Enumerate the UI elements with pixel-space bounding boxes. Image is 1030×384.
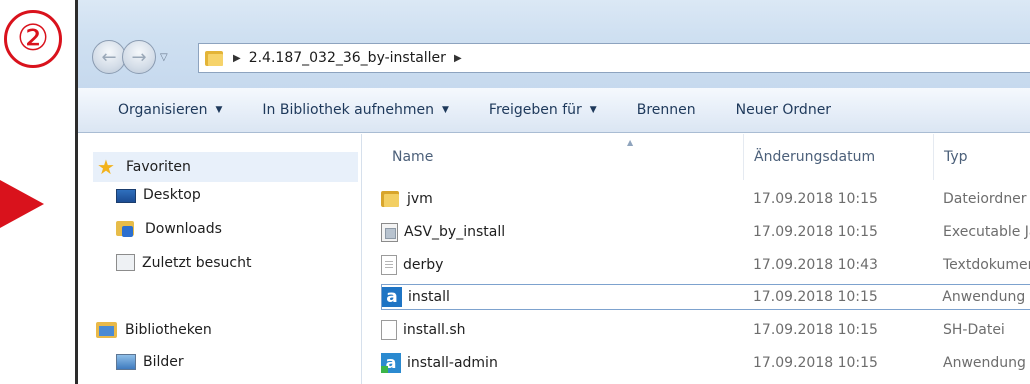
red-pointer-arrow [0,180,44,228]
history-navigation: ← → ▽ [92,40,168,74]
file-date: 17.09.2018 10:15 [753,191,878,207]
file-name: install-admin [407,355,498,371]
file-type: SH-Datei [943,322,1005,338]
admin-application-icon: a [381,353,401,373]
file-name-cell: derby [381,255,743,275]
executable-jar-icon [381,222,398,242]
file-date: 17.09.2018 10:15 [752,289,878,305]
file-row[interactable]: derby 17.09.2018 10:43 Textdokument [381,252,1030,278]
organize-menu-button[interactable]: Organisieren ▼ [118,102,222,118]
breadcrumb-chevron-icon[interactable]: ▶ [454,53,462,64]
folder-icon [381,189,401,209]
file-row[interactable]: jvm 17.09.2018 10:15 Dateiordner [381,186,1030,212]
nav-item-label: Downloads [145,221,222,237]
nav-libraries[interactable]: Bibliotheken [96,321,212,339]
dropdown-caret-icon: ▼ [442,105,449,115]
forward-button[interactable]: → [122,40,156,74]
file-type: Anwendung [943,355,1026,371]
step-number-marker: ② [4,10,62,68]
organize-label: Organisieren [118,102,208,118]
include-in-library-label: In Bibliothek aufnehmen [262,102,434,118]
forward-arrow-icon: → [131,46,147,68]
nav-item-label: Bilder [143,354,184,370]
file-icon [381,320,397,340]
file-row[interactable]: a install-admin 17.09.2018 10:15 Anwendu… [381,350,1030,376]
file-name: jvm [407,191,433,207]
column-header-label: Typ [944,149,968,165]
file-name: derby [403,257,444,273]
file-row[interactable]: ASV_by_install 17.09.2018 10:15 Executab… [381,219,1030,245]
column-header-name[interactable]: Name ▲ [363,134,743,180]
desktop-icon [116,189,136,203]
column-header-date[interactable]: Änderungsdatum [743,134,933,180]
column-header-type[interactable]: Typ [933,134,1030,180]
burn-label: Brennen [636,102,696,118]
file-name-cell: a install-admin [381,353,743,373]
address-bar[interactable]: ▶ 2.4.187_032_36_by-installer ▶ [198,43,1030,73]
text-document-icon [381,255,397,275]
explorer-window: ← → ▽ ▶ 2.4.187_032_36_by-installer ▶ Or… [75,0,1030,384]
file-name-cell: jvm [381,189,743,209]
recent-places-icon [116,254,135,271]
nav-favorites-label: Favoriten [126,159,191,175]
new-folder-label: Neuer Ordner [735,102,832,118]
file-name-cell: install.sh [381,320,743,340]
file-name: ASV_by_install [404,224,506,240]
file-date: 17.09.2018 10:43 [753,257,878,273]
navigation-pane: ★ Favoriten Desktop Downloads Zuletzt be… [78,134,362,384]
dropdown-caret-icon: ▼ [589,105,597,115]
file-type: Textdokument [943,257,1030,273]
back-button[interactable]: ← [92,40,126,74]
file-date: 17.09.2018 10:15 [753,224,878,240]
breadcrumb-chevron-icon[interactable]: ▶ [233,53,241,64]
recent-pages-dropdown-icon[interactable]: ▽ [160,52,168,63]
dropdown-caret-icon: ▼ [215,105,223,115]
column-header-label: Name [392,149,434,165]
file-type: Dateiordner [943,191,1027,207]
pictures-icon [116,354,136,370]
nav-favorites[interactable]: ★ Favoriten [93,152,358,182]
back-arrow-icon: ← [101,46,117,68]
file-name: install.sh [403,322,466,338]
file-list: Name ▲ Änderungsdatum Typ jvm 17.09.2018… [363,134,1030,384]
star-icon: ★ [97,155,115,179]
sort-ascending-icon: ▲ [627,138,634,147]
nav-item-downloads[interactable]: Downloads [116,220,222,238]
folder-icon [205,50,223,66]
burn-button[interactable]: Brennen [637,102,696,118]
column-header-label: Änderungsdatum [754,149,876,165]
file-row-selected[interactable]: a install 17.09.2018 10:15 Anwendung [381,284,1030,310]
window-frame: ← → ▽ ▶ 2.4.187_032_36_by-installer ▶ [78,0,1030,88]
application-icon: a [382,287,402,307]
share-with-label: Freigeben für [488,102,582,118]
file-type: Anwendung [942,289,1026,305]
nav-item-desktop[interactable]: Desktop [116,187,201,203]
nav-item-recent-places[interactable]: Zuletzt besucht [116,254,251,271]
breadcrumb-current-folder[interactable]: 2.4.187_032_36_by-installer [249,50,446,66]
include-in-library-button[interactable]: In Bibliothek aufnehmen ▼ [262,102,449,118]
nav-item-label: Desktop [143,187,201,203]
file-name-cell: ASV_by_install [381,222,743,242]
file-date: 17.09.2018 10:15 [753,322,878,338]
libraries-icon [96,321,118,339]
file-name-cell: a install [382,287,743,307]
file-row[interactable]: install.sh 17.09.2018 10:15 SH-Datei [381,317,1030,343]
share-with-button[interactable]: Freigeben für ▼ [489,102,597,118]
file-type: Executable Jar File [943,224,1030,240]
nav-item-label: Zuletzt besucht [142,254,252,271]
new-folder-button[interactable]: Neuer Ordner [736,102,831,118]
downloads-folder-icon [116,220,138,238]
file-name: install [408,289,450,305]
command-bar: Organisieren ▼ In Bibliothek aufnehmen ▼… [78,88,1030,133]
nav-item-pictures[interactable]: Bilder [116,354,184,370]
file-date: 17.09.2018 10:15 [753,355,878,371]
nav-libraries-label: Bibliotheken [125,322,212,338]
